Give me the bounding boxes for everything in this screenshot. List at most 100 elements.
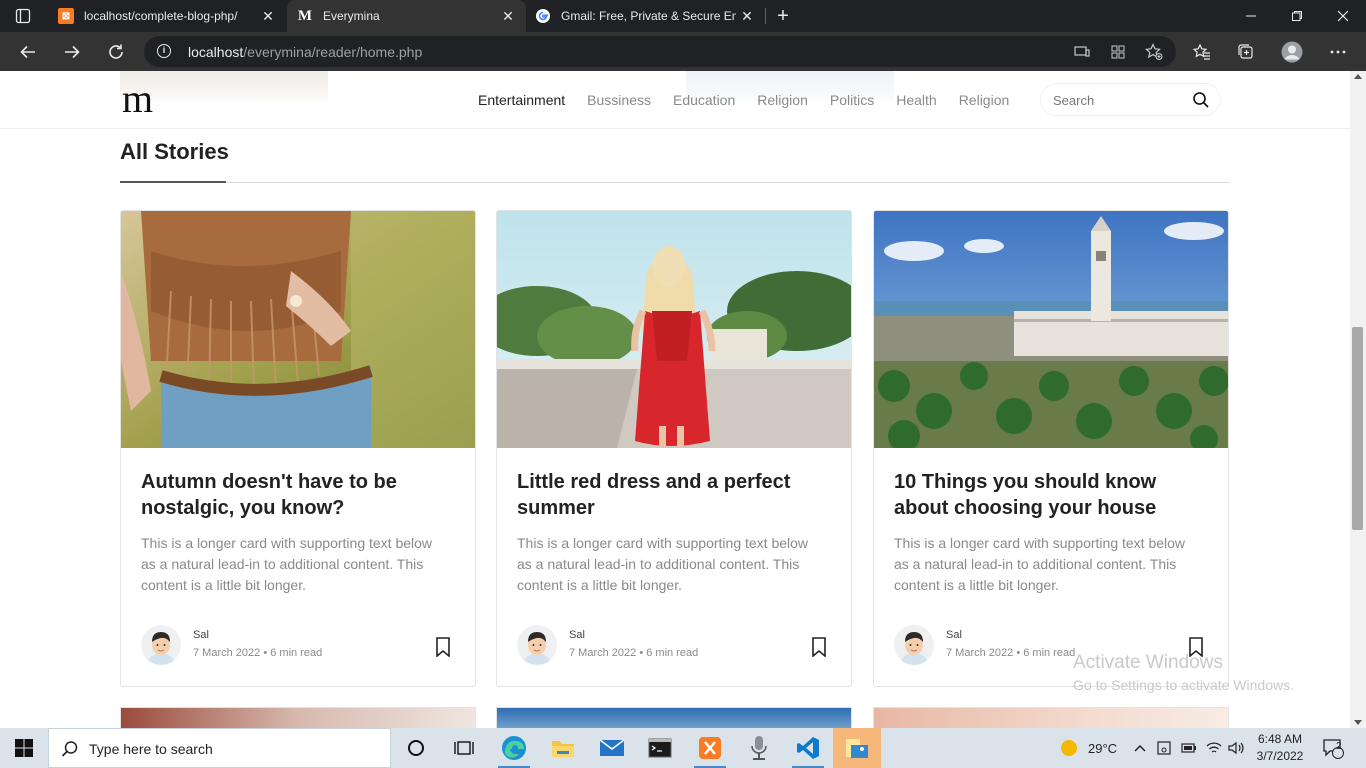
watermark-subtitle: Go to Settings to activate Windows. [1073, 677, 1294, 693]
read-aloud-icon[interactable] [1072, 42, 1092, 62]
avatar [141, 625, 181, 665]
close-window-button[interactable] [1320, 0, 1366, 32]
author-name[interactable]: Sal [193, 629, 209, 641]
medium-m-icon: M [297, 7, 313, 24]
tab-actions-icon[interactable] [14, 7, 32, 25]
card-title[interactable]: Autumn doesn't have to be nostalgic, you… [141, 469, 456, 521]
sun-icon [1061, 740, 1077, 756]
nav-item-entertainment[interactable]: Entertainment [478, 92, 565, 108]
search-placeholder: Search [1053, 93, 1095, 108]
collections-icon[interactable] [1233, 39, 1259, 65]
nav-item-health[interactable]: Health [896, 92, 936, 108]
add-favorite-icon[interactable] [1144, 42, 1164, 62]
card-image[interactable] [874, 211, 1228, 448]
story-card[interactable]: Autumn doesn't have to be nostalgic, you… [120, 210, 476, 687]
page-scrollbar[interactable] [1350, 71, 1366, 728]
card-title[interactable]: 10 Things you should know about choosing… [894, 469, 1209, 521]
activate-windows-watermark: Activate Windows Go to Settings to activ… [1073, 652, 1294, 693]
site-logo[interactable]: m [122, 75, 153, 123]
story-card[interactable]: 10 Things you should know about choosing… [873, 210, 1229, 687]
scroll-thumb[interactable] [1352, 327, 1363, 530]
card-image[interactable] [121, 211, 475, 448]
nav-item-bussiness[interactable]: Bussiness [587, 92, 651, 108]
task-view-button[interactable] [440, 728, 488, 768]
minimize-button[interactable] [1228, 0, 1274, 32]
card-excerpt: This is a longer card with supporting te… [517, 535, 809, 593]
weather-temp: 29°C [1088, 740, 1118, 756]
taskbar-app-terminal[interactable] [636, 728, 684, 768]
url-text[interactable]: localhost/everymina/reader/home.php [188, 44, 422, 60]
bookmark-icon[interactable] [811, 637, 827, 657]
refresh-button[interactable] [103, 39, 129, 65]
tab-complete-blog[interactable]: ⊠ localhost/complete-blog-php/ ✕ [48, 0, 286, 32]
battery-icon [1181, 743, 1196, 753]
battery-indicator[interactable] [1181, 728, 1197, 768]
avatar [517, 625, 557, 665]
tab-everymina[interactable]: M Everymina ✕ [287, 0, 526, 32]
folder-icon [552, 741, 574, 757]
close-icon[interactable]: ✕ [500, 8, 516, 24]
photos-icon [846, 739, 868, 758]
more-menu-icon[interactable] [1325, 39, 1351, 65]
favorites-icon[interactable] [1189, 39, 1215, 65]
tab-gmail[interactable]: Gmail: Free, Private & Secure Em ✕ [527, 0, 765, 32]
xampp-icon [699, 737, 721, 759]
author-name[interactable]: Sal [946, 629, 962, 641]
author-name[interactable]: Sal [569, 629, 585, 641]
search-icon[interactable] [1192, 91, 1210, 109]
tray-icon[interactable] [1157, 728, 1171, 768]
taskbar-app-vscode[interactable] [784, 728, 832, 768]
site-info-icon[interactable]: i [157, 44, 171, 58]
restore-button[interactable] [1274, 0, 1320, 32]
new-tab-button[interactable]: + [772, 5, 794, 27]
taskbar-app-edge[interactable] [490, 728, 538, 768]
forward-button[interactable] [59, 39, 85, 65]
close-icon[interactable]: ✕ [739, 8, 755, 24]
close-icon[interactable]: ✕ [260, 8, 276, 24]
story-card-partial[interactable] [873, 707, 1229, 728]
nav-item-religion[interactable]: Religion [757, 92, 808, 108]
taskbar-search-box[interactable]: Type here to search [48, 728, 391, 768]
nav-item-education[interactable]: Education [673, 92, 735, 108]
story-card[interactable]: Little red dress and a perfect summer Th… [496, 210, 852, 687]
scroll-down-arrow[interactable] [1354, 720, 1362, 725]
url-path: /everymina/reader/home.php [243, 44, 423, 60]
network-indicator[interactable] [1206, 728, 1222, 768]
card-excerpt: This is a longer card with supporting te… [141, 535, 433, 593]
back-button[interactable] [15, 39, 41, 65]
taskbar-app-recorder[interactable] [735, 728, 783, 768]
scroll-up-arrow[interactable] [1354, 74, 1362, 79]
card-image[interactable] [497, 211, 851, 448]
action-center-button[interactable]: 2 [1322, 728, 1344, 768]
apps-icon[interactable] [1108, 42, 1128, 62]
microphone-icon [751, 736, 767, 760]
profile-avatar[interactable] [1279, 39, 1305, 65]
start-button[interactable] [0, 728, 48, 768]
address-bar[interactable]: i localhost/everymina/reader/home.php [144, 36, 1176, 67]
volume-indicator[interactable] [1228, 728, 1244, 768]
weather-widget[interactable]: 29°C [1060, 728, 1117, 768]
windows-logo-icon [15, 739, 33, 757]
clock-date: 3/7/2022 [1256, 749, 1304, 763]
taskbar-app-file-explorer[interactable] [539, 728, 587, 768]
taskbar-clock[interactable]: 6:48 AM 3/7/2022 [1250, 731, 1310, 765]
nav-item-politics[interactable]: Politics [830, 92, 874, 108]
vscode-icon [797, 737, 819, 759]
story-card-partial[interactable] [496, 707, 852, 728]
taskbar-app-xampp[interactable] [686, 728, 734, 768]
task-view-icon [454, 741, 474, 755]
story-card-partial[interactable] [120, 707, 476, 728]
nav-item-religion-2[interactable]: Religion [959, 92, 1010, 108]
taskbar-app-mail[interactable] [588, 728, 636, 768]
post-meta: 7 March 2022 • 6 min read [569, 647, 699, 659]
section-title: All Stories [120, 139, 229, 164]
url-host: localhost [188, 44, 244, 60]
show-hidden-icons[interactable] [1134, 728, 1146, 768]
search-input[interactable]: Search [1040, 83, 1221, 116]
bookmark-icon[interactable] [435, 637, 451, 657]
browser-toolbar: i localhost/everymina/reader/home.php [0, 32, 1366, 71]
card-title[interactable]: Little red dress and a perfect summer [517, 469, 832, 521]
taskbar-app-photos[interactable] [833, 728, 881, 768]
post-meta: 7 March 2022 • 6 min read [193, 647, 323, 659]
cortana-button[interactable] [392, 728, 440, 768]
